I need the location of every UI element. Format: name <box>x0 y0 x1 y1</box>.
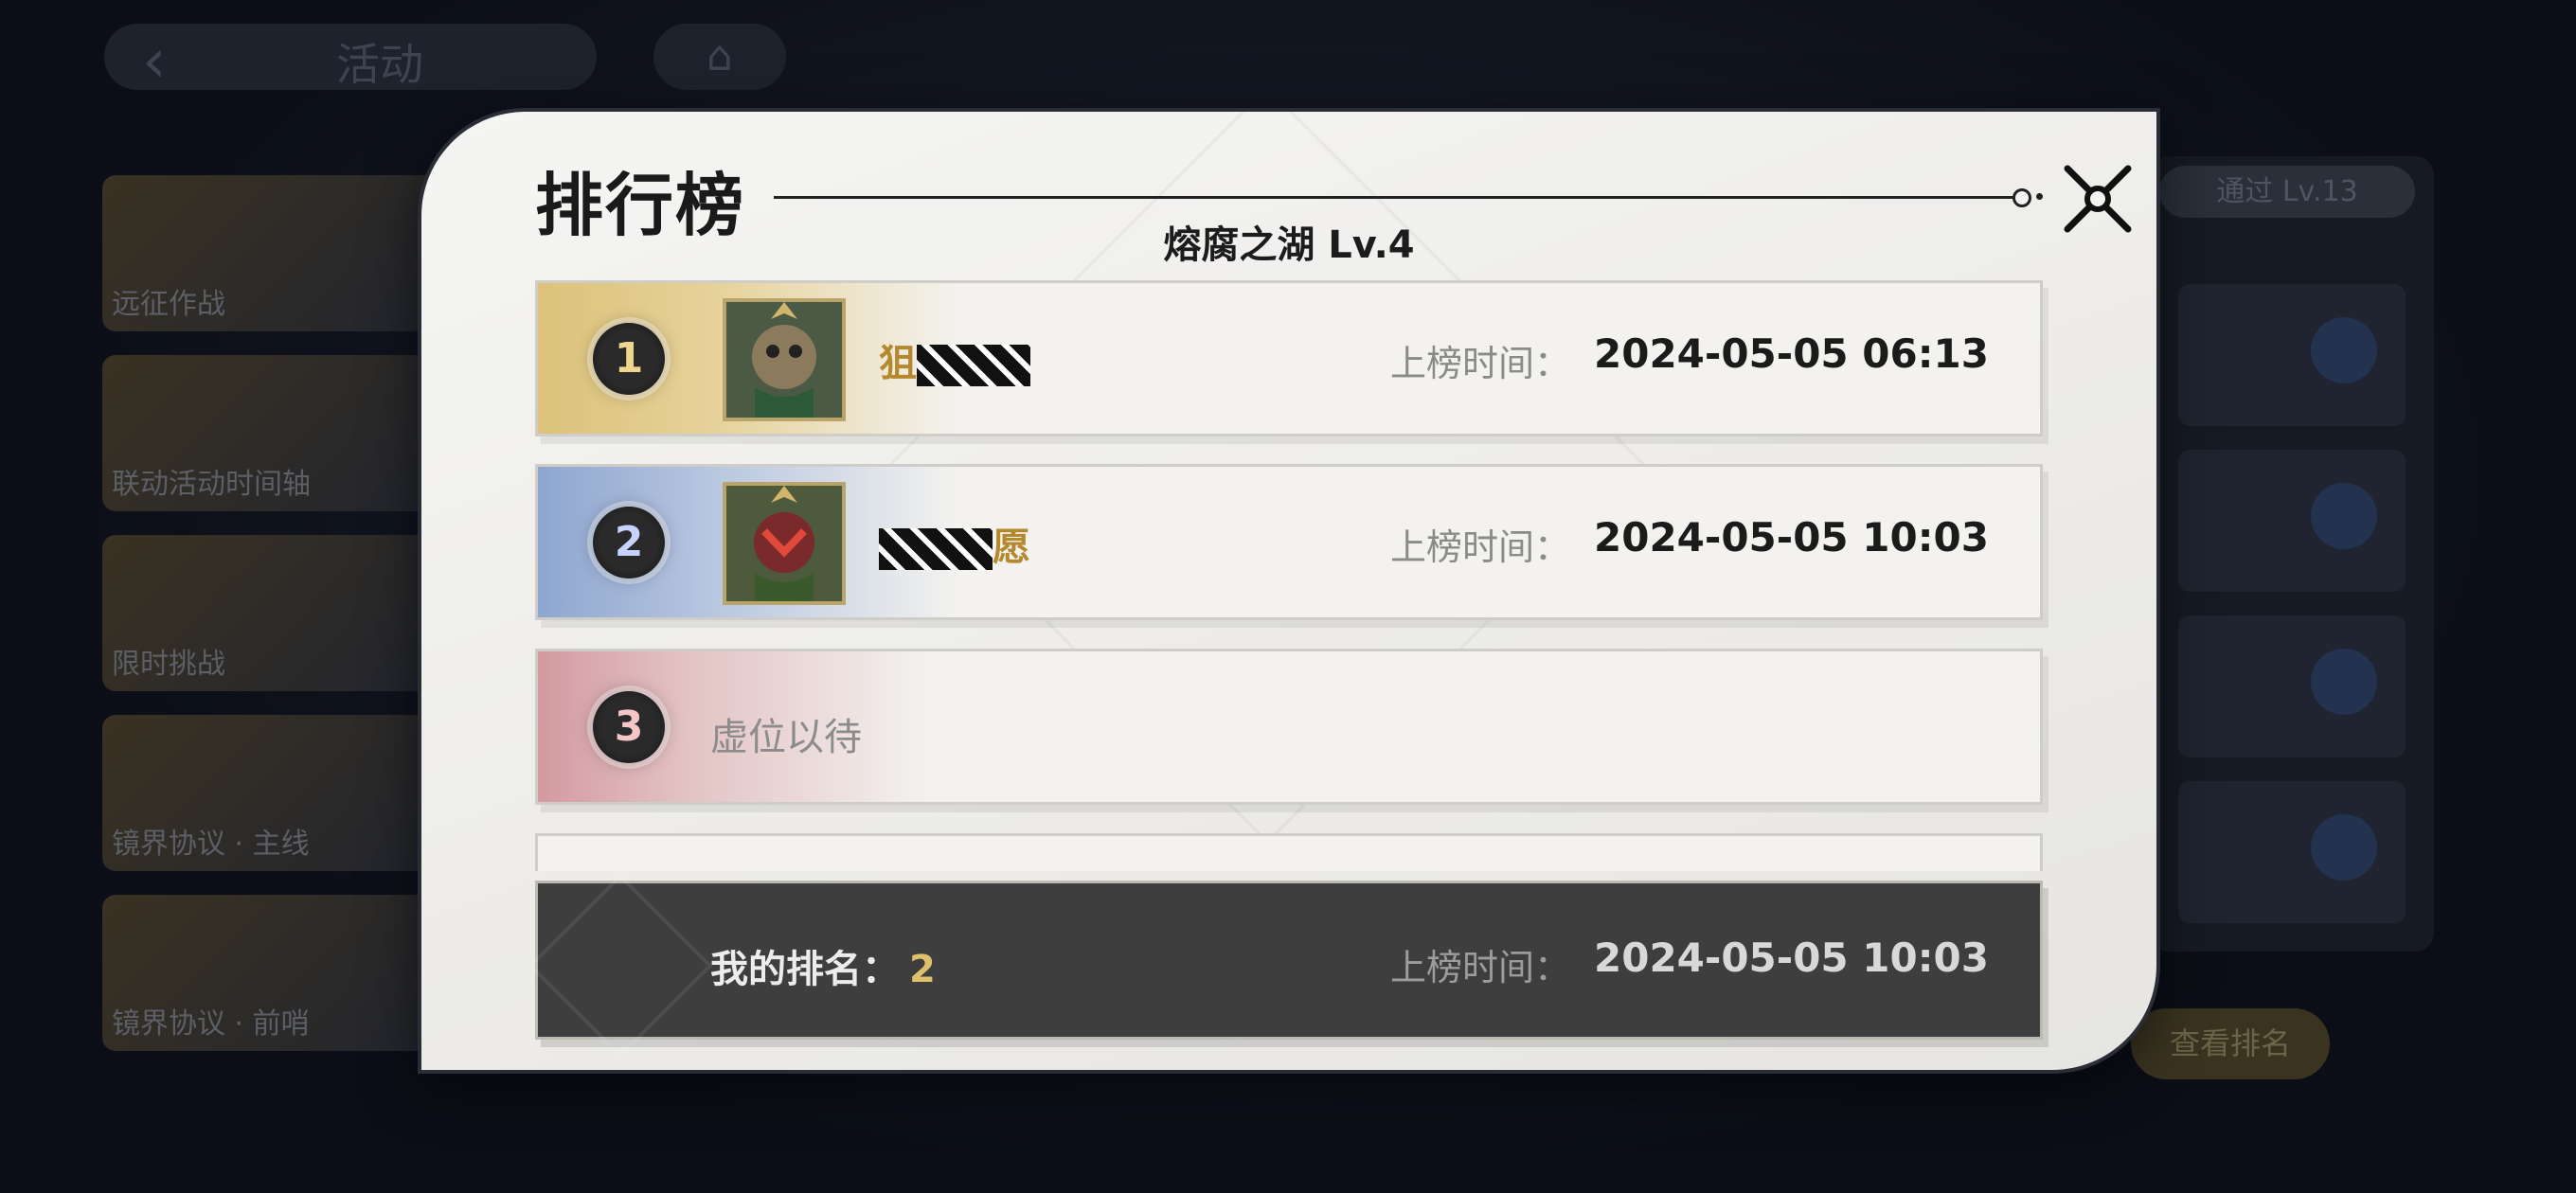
my-ranking-time-value: 2024-05-05 10:03 <box>1594 935 1989 981</box>
home-icon: ⌂ <box>653 24 786 90</box>
event-card-label: 联动活动时间轴 <box>112 468 311 501</box>
my-rank-value: 2 <box>909 948 936 991</box>
event-card: 远征作战 <box>102 175 443 331</box>
player-name-text: 愿 <box>993 525 1030 569</box>
vacant-placeholder: 虚位以待 <box>710 716 862 759</box>
player-name-text: 狙 <box>879 342 917 385</box>
reward-item <box>2178 284 2406 426</box>
my-rank-label-text: 我的排名： <box>710 948 900 991</box>
event-card-label: 远征作战 <box>112 288 225 321</box>
event-card: 镜界协议 · 主线 <box>102 715 443 871</box>
rank-medal-icon: 2 <box>593 507 665 579</box>
reward-item <box>2178 615 2406 757</box>
leaderboard-row-partial <box>535 833 2043 871</box>
ranking-time-label: 上榜时间： <box>1390 343 1571 384</box>
gem-icon <box>2311 814 2377 881</box>
view-ranking-button: 查看排名 <box>2131 1008 2330 1079</box>
divider-node <box>2012 188 2031 207</box>
ranking-time-label: 上榜时间： <box>1390 526 1571 568</box>
rank-medal-icon: 3 <box>593 691 665 763</box>
my-rank-label: 我的排名： 2 <box>710 938 936 993</box>
redacted-name <box>917 345 1030 386</box>
event-card-label: 镜界协议 · 主线 <box>112 828 310 861</box>
ranking-time-value: 2024-05-05 06:13 <box>1594 330 1989 377</box>
gem-icon <box>2311 649 2377 715</box>
stage-name: 熔腐之湖 Lv.4 <box>1163 223 1415 267</box>
my-rank-bar: 我的排名： 2 上榜时间： 2024-05-05 10:03 <box>528 873 2043 1059</box>
player-name: 狙 <box>879 332 1030 387</box>
event-card-label: 限时挑战 <box>112 648 225 681</box>
event-card: 镜界协议 · 前哨 <box>102 895 443 1051</box>
rank-medal-icon: 1 <box>593 323 665 395</box>
event-card: 联动活动时间轴 <box>102 355 443 511</box>
event-card: 限时挑战 <box>102 535 443 691</box>
player-avatar[interactable] <box>723 482 846 605</box>
title-divider <box>774 196 2014 199</box>
leaderboard-row-3: 3 虚位以待 <box>535 649 2043 805</box>
reward-item <box>2178 450 2406 592</box>
back-icon: ‹ <box>142 27 167 97</box>
leaderboard-row-2: 2 愿 上榜时间： 2024-05-05 10:03 <box>535 464 2043 620</box>
gem-icon <box>2311 483 2377 549</box>
player-name: 愿 <box>879 516 1030 571</box>
avatar-frame-icon <box>726 486 842 601</box>
divider-dot <box>2036 193 2043 200</box>
event-card-label: 镜界协议 · 前哨 <box>112 1007 310 1041</box>
ranking-time-value: 2024-05-05 10:03 <box>1594 514 1989 561</box>
reward-item <box>2178 781 2406 923</box>
avatar-frame-icon <box>726 302 842 418</box>
gem-icon <box>2311 317 2377 383</box>
my-ranking-time-label: 上榜时间： <box>1390 947 1571 988</box>
leaderboard-row-1: 1 狙 上榜时间： 2024-05-05 06:13 <box>535 280 2043 436</box>
redacted-name <box>879 528 993 570</box>
level-badge: 通过 Lv.13 <box>2159 166 2415 218</box>
emblem-icon <box>528 873 713 1059</box>
leaderboard-modal: 排行榜 熔腐之湖 Lv.4 1 狙 上榜时间： 2024-05-05 06:13… <box>421 112 2156 1070</box>
nav-title: 活动 <box>336 39 423 90</box>
player-avatar[interactable] <box>723 298 846 421</box>
